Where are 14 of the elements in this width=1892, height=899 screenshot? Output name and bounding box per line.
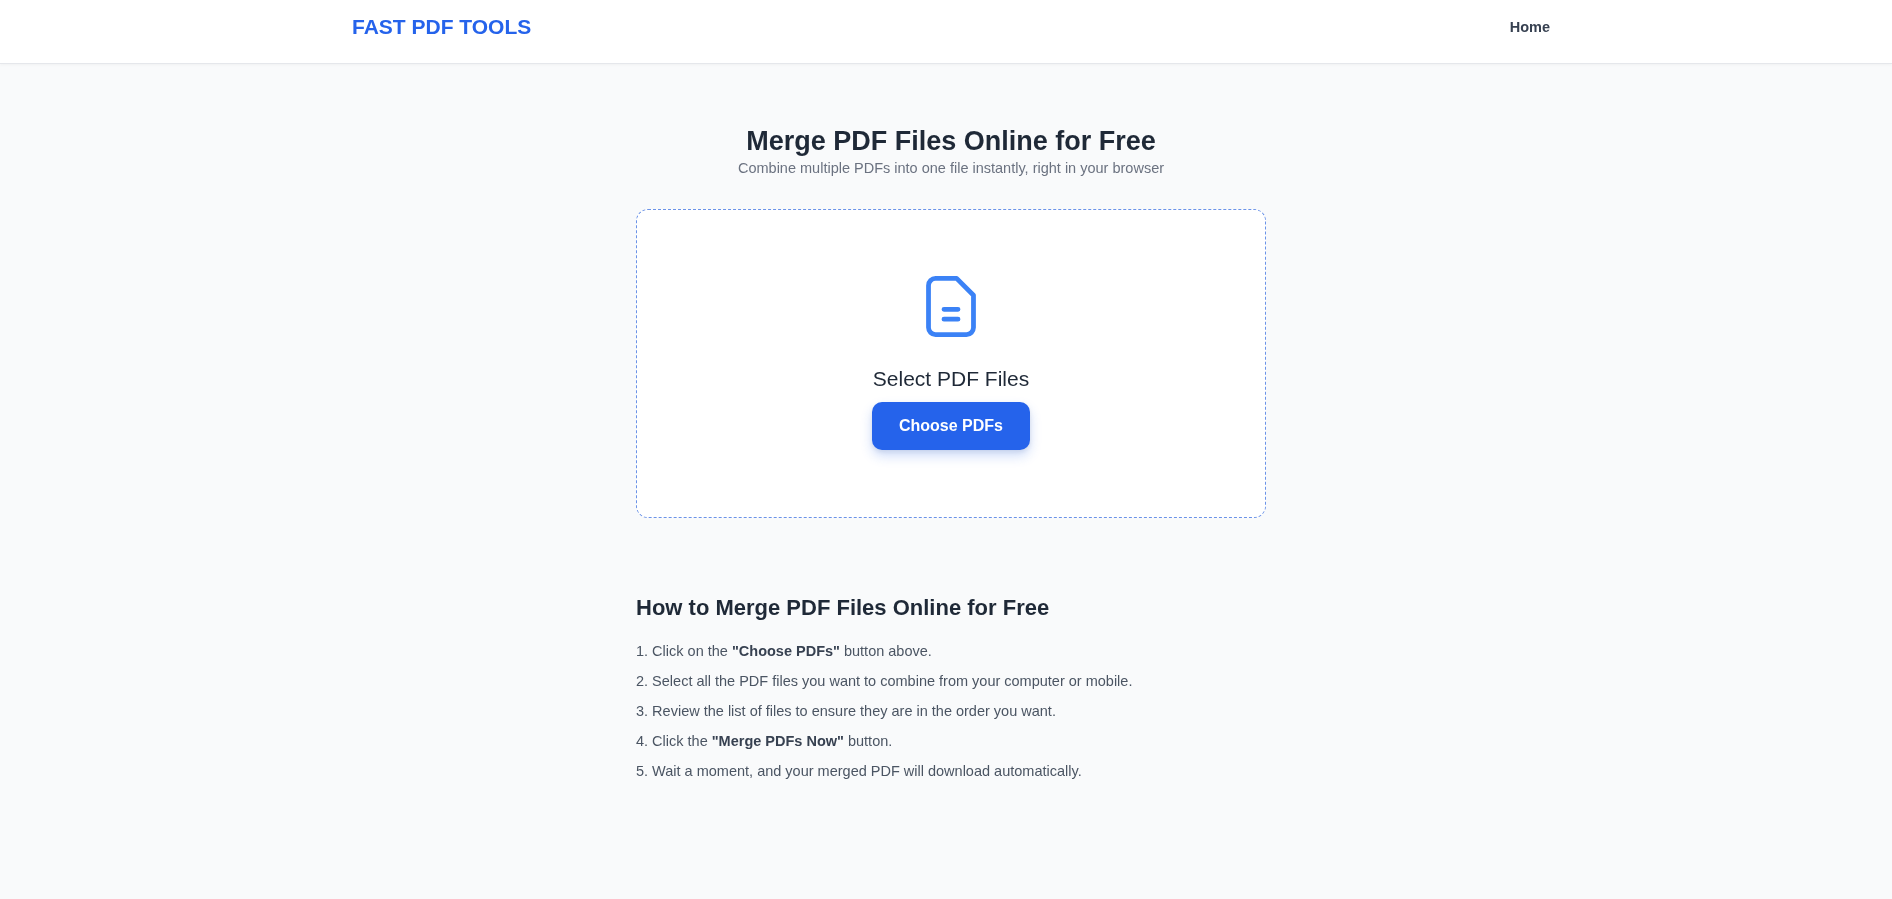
instruction-step: 4. Click the "Merge PDFs Now" button. <box>636 726 893 756</box>
page-subtitle: Combine multiple PDFs into one file instantly, right in your browser <box>737 159 1165 178</box>
nav-link[interactable]: Home <box>1509 18 1550 35</box>
instruction-step: 3. Review the list of files to ensure they are in the order you want. <box>636 696 1056 726</box>
page-title: Merge PDF Files Online for Free <box>746 125 1156 158</box>
section-heading: How to Merge PDF Files Online for Free <box>636 594 1051 622</box>
document-icon <box>926 276 976 337</box>
instruction-step: 1. Click on the "Choose PDFs" button above. <box>636 636 932 666</box>
instruction-step: 5. Wait a moment, and your merged PDF will download automatically. <box>636 756 1082 786</box>
upload-dropzone[interactable]: Select PDF Files Choose PDFs <box>636 209 1266 518</box>
choose-pdfs-button[interactable]: Choose PDFs <box>872 402 1030 450</box>
upload-label: Select PDF Files <box>872 366 1030 392</box>
instruction-step: 2. Select all the PDF files you want to combine from your computer or mobile. <box>636 666 1133 696</box>
site-logo[interactable]: FAST PDF TOOLS <box>352 14 532 39</box>
